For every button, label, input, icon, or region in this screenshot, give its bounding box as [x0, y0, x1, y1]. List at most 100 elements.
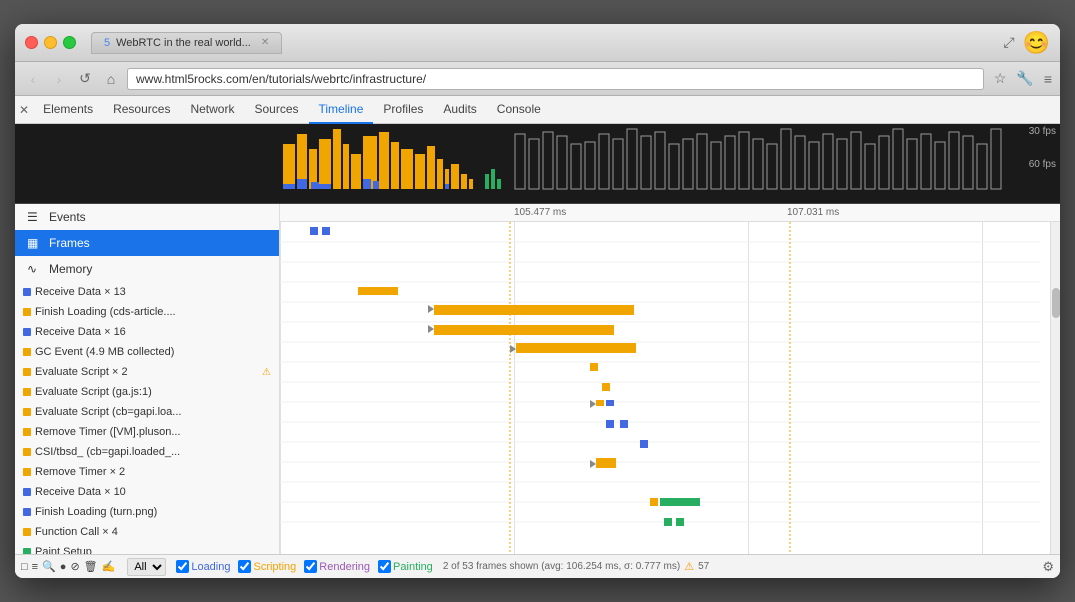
time-marker-2: 107.031 ms [787, 207, 839, 218]
record-icon[interactable]: □ [21, 561, 28, 573]
bookmark-button[interactable]: ☆ [994, 70, 1007, 87]
loading-checkbox[interactable] [176, 560, 189, 573]
edit-icon[interactable]: ✍ [102, 560, 116, 573]
item-label: Remove Timer × 2 [35, 466, 125, 478]
timeline-item[interactable]: Finish Loading (cds-article.... [15, 302, 279, 322]
item-color-dot [23, 328, 31, 336]
time-marker-1: 105.477 ms [514, 207, 566, 218]
painting-label: Painting [393, 561, 433, 573]
scripting-label: Scripting [253, 561, 296, 573]
item-color-dot [23, 288, 31, 296]
timeline-item[interactable]: Remove Timer × 2 [15, 462, 279, 482]
window-controls [25, 36, 76, 49]
timeline-item[interactable]: Remove Timer ([VM].pluson... [15, 422, 279, 442]
record-button[interactable]: ● [60, 561, 67, 573]
frames-label: Frames [49, 236, 90, 250]
rendering-checkbox[interactable] [304, 560, 317, 573]
tab-close-button[interactable]: ✕ [261, 37, 269, 48]
tab-audits[interactable]: Audits [433, 96, 486, 124]
nav-frames[interactable]: ▦ Frames [15, 230, 279, 256]
timeline-item[interactable]: Finish Loading (turn.png) [15, 502, 279, 522]
close-button[interactable] [25, 36, 38, 49]
timeline-item[interactable]: GC Event (4.9 MB collected) [15, 342, 279, 362]
item-label: Receive Data × 10 [35, 486, 126, 498]
item-label: CSI/tbsd_ (cb=gapi.loaded_... [35, 446, 180, 458]
devtools-close-button[interactable]: ✕ [19, 103, 29, 117]
item-color-dot [23, 488, 31, 496]
search-icon[interactable]: 🔍 [42, 560, 56, 573]
tab-timeline[interactable]: Timeline [309, 96, 374, 124]
item-color-dot [23, 348, 31, 356]
tab-sources[interactable]: Sources [244, 96, 308, 124]
browser-emoji: 😊 [1023, 30, 1050, 56]
item-color-dot [23, 448, 31, 456]
timeline-item[interactable]: Evaluate Script (cb=gapi.loa... [15, 402, 279, 422]
timeline-item[interactable]: Evaluate Script (ga.js:1) [15, 382, 279, 402]
forward-button[interactable]: › [49, 69, 69, 89]
item-label: Evaluate Script × 2 [35, 366, 128, 378]
tab-console[interactable]: Console [487, 96, 551, 124]
flame-chart-svg [15, 124, 1060, 203]
right-panel: 105.477 ms 107.031 ms [280, 204, 1060, 554]
painting-checkbox[interactable] [378, 560, 391, 573]
tab-profiles[interactable]: Profiles [373, 96, 433, 124]
item-color-dot [23, 368, 31, 376]
timeline-item[interactable]: Receive Data × 13 [15, 282, 279, 302]
item-label: GC Event (4.9 MB collected) [35, 346, 174, 358]
timeline-item[interactable]: Receive Data × 10 [15, 482, 279, 502]
item-label: Finish Loading (turn.png) [35, 506, 157, 518]
memory-icon: ∿ [27, 262, 43, 276]
tab-elements[interactable]: Elements [33, 96, 103, 124]
status-bar: □ ≡ 🔍 ● ⊘ 🗑 ✍ All Loading Scripting Rend… [15, 554, 1060, 578]
tab-network[interactable]: Network [180, 96, 244, 124]
url-text: www.html5rocks.com/en/tutorials/webrtc/i… [136, 72, 975, 86]
tab-bar: 5 WebRTC in the real world... ✕ [91, 32, 1003, 54]
timeline-items-list: Receive Data × 13 Finish Loading (cds-ar… [15, 282, 279, 554]
delete-icon[interactable]: 🗑 [84, 560, 98, 573]
minimize-button[interactable] [44, 36, 57, 49]
warning-icon: ⚠ [262, 367, 271, 378]
clear-icon[interactable]: ≡ [32, 561, 38, 573]
item-label: Function Call × 4 [35, 526, 118, 538]
nav-memory[interactable]: ∿ Memory [15, 256, 279, 282]
timeline-item[interactable]: Receive Data × 16 [15, 322, 279, 342]
extension-button[interactable]: 🔧 [1016, 70, 1033, 87]
item-label: Paint Setup [35, 546, 92, 554]
address-bar: ‹ › ↺ ⌂ www.html5rocks.com/en/tutorials/… [15, 62, 1060, 96]
item-color-dot [23, 528, 31, 536]
maximize-button[interactable] [63, 36, 76, 49]
timeline-item[interactable]: Evaluate Script × 2 ⚠ [15, 362, 279, 382]
filter-loading: Loading [176, 560, 230, 573]
timeline-item[interactable]: CSI/tbsd_ (cb=gapi.loaded_... [15, 442, 279, 462]
devtools-content: ☰ Events ▦ Frames ∿ Memory Receive Dat [15, 204, 1060, 554]
url-bar[interactable]: www.html5rocks.com/en/tutorials/webrtc/i… [127, 68, 984, 90]
item-label: Receive Data × 13 [35, 286, 126, 298]
browser-window: 5 WebRTC in the real world... ✕ ⤢ 😊 ‹ › … [15, 24, 1060, 578]
reload-button[interactable]: ↺ [75, 69, 95, 89]
item-label: Evaluate Script (cb=gapi.loa... [35, 406, 181, 418]
nav-events[interactable]: ☰ Events [15, 204, 279, 230]
scripting-checkbox[interactable] [238, 560, 251, 573]
fullscreen-button[interactable]: ⤢ [1003, 34, 1014, 51]
home-button[interactable]: ⌂ [101, 69, 121, 89]
time-markers: 105.477 ms 107.031 ms [280, 204, 1060, 222]
browser-tab[interactable]: 5 WebRTC in the real world... ✕ [91, 32, 282, 54]
filter-dropdown[interactable]: All [127, 558, 166, 576]
item-label: Finish Loading (cds-article.... [35, 306, 176, 318]
item-color-dot [23, 428, 31, 436]
tab-icon: 5 [104, 37, 110, 49]
item-color-dot [23, 468, 31, 476]
cancel-icon[interactable]: ⊘ [70, 560, 79, 573]
menu-button[interactable]: ≡ [1044, 71, 1052, 87]
back-button[interactable]: ‹ [23, 69, 43, 89]
item-label: Evaluate Script (ga.js:1) [35, 386, 152, 398]
gear-button[interactable]: ⚙ [1042, 559, 1054, 575]
timeline-chart: 30 fps 60 fps [15, 124, 1060, 204]
item-color-dot [23, 308, 31, 316]
filter-rendering: Rendering [304, 560, 370, 573]
tab-resources[interactable]: Resources [103, 96, 180, 124]
frame-count: 57 [698, 561, 709, 572]
timeline-item[interactable]: Function Call × 4 [15, 522, 279, 542]
timeline-item[interactable]: Paint Setup [15, 542, 279, 554]
tab-title: WebRTC in the real world... [116, 37, 251, 49]
